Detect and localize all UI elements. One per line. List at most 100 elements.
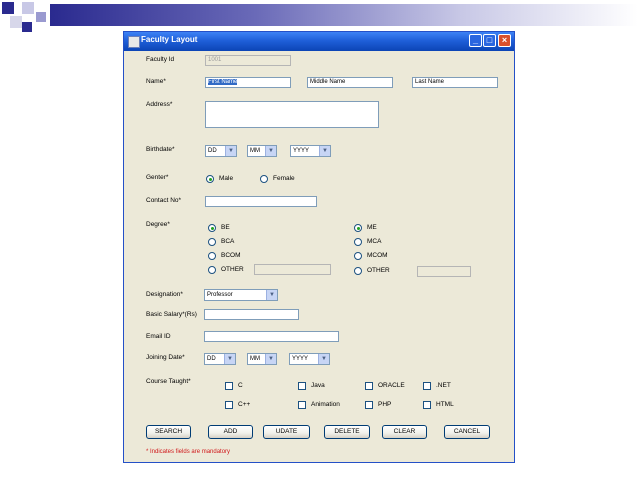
add-button[interactable]: ADD	[208, 425, 253, 439]
course-java-label: Java	[311, 382, 325, 389]
salary-label: Basic Salary*(Rs)	[146, 311, 197, 318]
degree-bca-label: BCA	[221, 238, 235, 245]
course-net-checkbox[interactable]	[423, 382, 431, 390]
course-oracle-label: ORACLE	[378, 382, 405, 389]
cancel-button[interactable]: CANCEL	[444, 425, 490, 439]
clear-button[interactable]: CLEAR	[382, 425, 427, 439]
female-label: Female	[273, 175, 295, 182]
join-month-select[interactable]: MM ▼	[247, 353, 277, 365]
degree-mca-label: MCA	[367, 238, 382, 245]
join-year-value: YYYY	[292, 356, 309, 362]
birth-month-select[interactable]: MM ▼	[247, 145, 277, 157]
degree-other-radio[interactable]	[208, 266, 216, 274]
decor-square	[22, 22, 32, 32]
delete-button[interactable]: DELETE	[324, 425, 370, 439]
degree-bcom-radio[interactable]	[208, 252, 216, 260]
faculty-layout-window: Faculty Layout _ □ × Faculty Id 1001 Nam…	[123, 31, 515, 463]
course-c-checkbox[interactable]	[225, 382, 233, 390]
designation-select[interactable]: Professor ▼	[204, 289, 278, 301]
decor-square	[2, 2, 14, 14]
degree-bcom-label: BCOM	[221, 252, 241, 259]
designation-label: Designation*	[146, 291, 183, 298]
title-bar[interactable]: Faculty Layout _ □ ×	[124, 32, 514, 51]
course-animation-checkbox[interactable]	[298, 401, 306, 409]
decor-square	[22, 2, 34, 14]
course-php-checkbox[interactable]	[365, 401, 373, 409]
joining-date-label: Joining Date*	[146, 354, 185, 361]
chevron-down-icon[interactable]: ▼	[318, 354, 329, 364]
course-c-label: C	[238, 382, 243, 389]
email-field[interactable]	[204, 331, 339, 342]
degree-me-radio[interactable]	[354, 224, 362, 232]
birth-day-select[interactable]: DD ▼	[205, 145, 237, 157]
birthdate-label: Birthdate*	[146, 146, 175, 153]
first-name-text: First Name	[208, 79, 238, 85]
chevron-down-icon[interactable]: ▼	[224, 354, 235, 364]
search-button[interactable]: SEARCH	[146, 425, 191, 439]
faculty-id-label: Faculty Id	[146, 56, 175, 63]
course-cpp-label: C++	[238, 401, 251, 408]
join-month-value: MM	[250, 356, 260, 362]
mandatory-note: * Indicates fields are mandatory	[146, 449, 231, 455]
course-java-checkbox[interactable]	[298, 382, 306, 390]
degree-label: Degree*	[146, 221, 170, 228]
faculty-id-field: 1001	[205, 55, 291, 66]
male-label: Male	[219, 175, 234, 182]
course-taught-label: Course Taught*	[146, 378, 191, 385]
birth-day-value: DD	[208, 148, 217, 154]
birth-year-value: YYYY	[293, 148, 310, 154]
course-html-label: HTML	[436, 401, 454, 408]
decor-banner	[50, 4, 638, 26]
degree-other-field	[254, 264, 331, 275]
degree-be-label: BE	[221, 224, 230, 231]
form-area: Faculty Id 1001 Name* First Name Middle …	[124, 51, 514, 462]
chevron-down-icon[interactable]: ▼	[225, 146, 236, 156]
close-icon[interactable]: ×	[498, 34, 511, 47]
gender-label: Genter*	[146, 174, 169, 181]
degree-other2-radio[interactable]	[354, 267, 362, 275]
address-field[interactable]	[205, 101, 379, 128]
course-php-label: PHP	[378, 401, 392, 408]
designation-value: Professor	[207, 292, 233, 298]
male-radio[interactable]	[206, 175, 214, 183]
window-title: Faculty Layout	[141, 35, 198, 44]
degree-other2-label: OTHER	[367, 267, 390, 274]
birth-year-select[interactable]: YYYY ▼	[290, 145, 331, 157]
chevron-down-icon[interactable]: ▼	[265, 146, 276, 156]
degree-other-label: OTHER	[221, 266, 244, 273]
join-day-select[interactable]: DD ▼	[204, 353, 236, 365]
join-year-select[interactable]: YYYY ▼	[289, 353, 330, 365]
decor-square	[36, 12, 46, 22]
degree-bca-radio[interactable]	[208, 238, 216, 246]
first-name-field[interactable]: First Name	[205, 77, 291, 88]
course-net-label: .NET	[436, 382, 451, 389]
update-button[interactable]: UDATE	[263, 425, 310, 439]
chevron-down-icon[interactable]: ▼	[265, 354, 276, 364]
chevron-down-icon[interactable]: ▼	[319, 146, 330, 156]
name-label: Name*	[146, 78, 166, 85]
degree-mcom-label: MCOM	[367, 252, 388, 259]
degree-mca-radio[interactable]	[354, 238, 362, 246]
app-icon	[128, 36, 140, 48]
email-label: Email ID	[146, 333, 171, 340]
degree-be-radio[interactable]	[208, 224, 216, 232]
address-label: Address*	[146, 101, 173, 108]
course-animation-label: Animation	[311, 401, 340, 408]
female-radio[interactable]	[260, 175, 268, 183]
course-oracle-checkbox[interactable]	[365, 382, 373, 390]
course-cpp-checkbox[interactable]	[225, 401, 233, 409]
minimize-icon[interactable]: _	[469, 34, 482, 47]
decor-square	[10, 16, 22, 28]
maximize-icon[interactable]: □	[483, 34, 496, 47]
degree-me-label: ME	[367, 224, 377, 231]
contact-field[interactable]	[205, 196, 317, 207]
join-day-value: DD	[207, 356, 216, 362]
contact-label: Contact No*	[146, 197, 182, 204]
chevron-down-icon[interactable]: ▼	[266, 290, 277, 300]
last-name-field[interactable]: Last Name	[412, 77, 498, 88]
middle-name-field[interactable]: Middle Name	[307, 77, 393, 88]
degree-mcom-radio[interactable]	[354, 252, 362, 260]
salary-field[interactable]	[204, 309, 299, 320]
course-html-checkbox[interactable]	[423, 401, 431, 409]
degree-other2-field	[417, 266, 471, 277]
